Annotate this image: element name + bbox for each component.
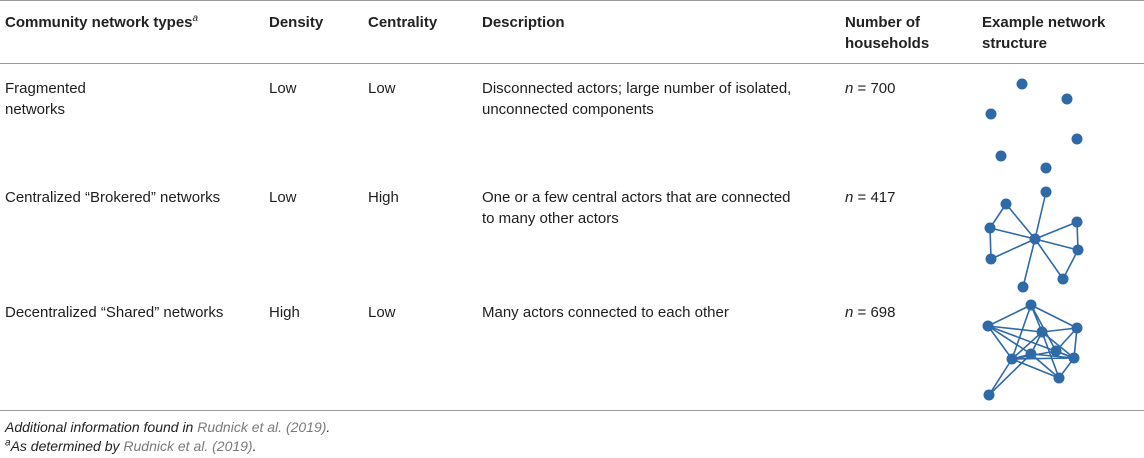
network-node <box>1006 353 1018 365</box>
network-node <box>985 108 997 120</box>
network-hub-node <box>1029 233 1041 245</box>
row1-centrality: Low <box>368 80 396 97</box>
network-node <box>1036 326 1048 338</box>
network-node <box>1053 372 1065 384</box>
row2-households: n = 417 <box>845 189 896 206</box>
network-node <box>1040 186 1052 198</box>
row2-centrality: High <box>368 189 399 206</box>
row3-centrality: Low <box>368 304 396 321</box>
header-centrality: Centrality <box>368 14 438 31</box>
row3-description: Many actors connected to each other <box>482 304 729 321</box>
network-node <box>983 389 995 401</box>
header-density: Density <box>269 14 324 31</box>
network-node <box>1071 133 1083 145</box>
header-community-network-types: Community network typesa <box>5 13 199 32</box>
network-node <box>1050 345 1062 357</box>
network-node <box>1040 162 1052 174</box>
row1-households: n = 700 <box>845 80 896 97</box>
header-number-of-households: Number of households <box>845 14 930 52</box>
network-node <box>1057 273 1069 285</box>
network-node <box>1071 322 1083 334</box>
network-node <box>1071 216 1083 228</box>
footnote-additional-info: Additional information found in Rudnick … <box>5 419 331 435</box>
centralized-network-diagram <box>984 186 1084 293</box>
row2-type: Centralized “Brokered” networks <box>5 189 221 206</box>
network-node <box>1061 93 1073 105</box>
fragmented-network-diagram <box>985 78 1083 174</box>
row1-description: Disconnected actors; large number of iso… <box>482 80 792 118</box>
header-description: Description <box>482 14 565 31</box>
network-node <box>982 320 994 332</box>
row3-density: High <box>269 304 300 321</box>
reference-link[interactable]: Rudnick et al. (2019) <box>123 438 252 454</box>
network-node <box>1068 352 1080 364</box>
network-node <box>1000 198 1012 210</box>
network-node <box>1025 299 1037 311</box>
network-node <box>995 150 1007 162</box>
network-node <box>1025 348 1037 360</box>
footnote-a: aAs determined by Rudnick et al. (2019). <box>5 437 257 454</box>
network-node <box>1016 78 1028 90</box>
row2-density: Low <box>269 189 297 206</box>
network-node <box>1072 244 1084 256</box>
header-example-network-structure: Example network structure <box>982 14 1106 52</box>
decentralized-network-diagram <box>982 299 1083 401</box>
network-node <box>985 253 997 265</box>
row3-households: n = 698 <box>845 304 896 321</box>
row2-description: One or a few central actors that are con… <box>482 189 791 227</box>
reference-link[interactable]: Rudnick et al. (2019) <box>197 419 326 435</box>
table-bottom-rule <box>0 410 1144 411</box>
header-footnote-marker: a <box>192 13 199 24</box>
network-node <box>984 222 996 234</box>
row1-density: Low <box>269 80 297 97</box>
row1-type: Fragmented networks <box>5 80 86 118</box>
row3-type: Decentralized “Shared” networks <box>5 304 224 321</box>
network-node <box>1017 281 1029 293</box>
